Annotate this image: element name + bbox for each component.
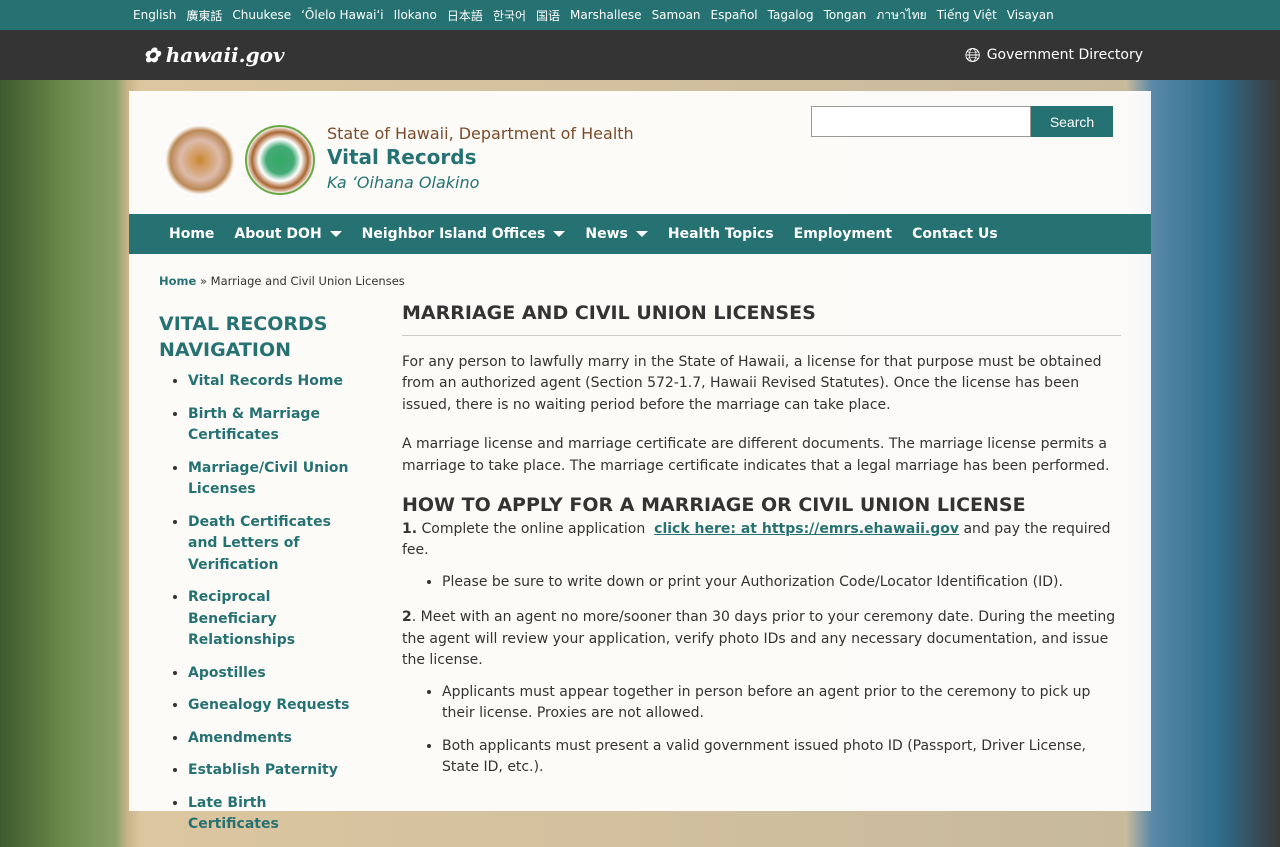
sidebar-list: Vital Records Home Birth & Marriage Certi… <box>159 371 359 836</box>
step-1-bullets: Please be sure to write down or print yo… <box>402 572 1121 594</box>
hibiscus-icon: ✿ <box>143 43 160 67</box>
breadcrumb: Home » Marriage and Civil Union Licenses <box>159 274 405 288</box>
sidebar-item[interactable]: Vital Records Home <box>188 371 359 393</box>
site-subtitle: Ka ʻOihana Olakino <box>327 173 480 192</box>
intro-paragraph: For any person to lawfully marry in the … <box>402 353 1102 413</box>
content-page: State of Hawaii, Department of Health Vi… <box>129 91 1151 832</box>
nav-label: Employment <box>793 226 893 242</box>
language-link[interactable]: 한국어 <box>493 7 526 24</box>
language-link[interactable]: ʻŌlelo Hawaiʻi <box>301 8 384 22</box>
nav-item[interactable]: Contact Us <box>912 226 998 242</box>
main-content: MARRIAGE AND CIVIL UNION LICENSES For an… <box>402 302 1121 793</box>
site-header: State of Hawaii, Department of Health Vi… <box>129 91 1151 214</box>
search-button[interactable]: Search <box>1031 106 1113 137</box>
hawaii-gov-logo[interactable]: ✿ hawaii.gov <box>143 43 285 67</box>
step-text: Complete the online application <box>417 520 655 537</box>
main-nav: Home About DOH Neighbor Island Offices News… <box>129 214 1151 254</box>
sidebar-item[interactable]: Amendments <box>188 728 359 750</box>
sidebar-item[interactable]: Apostilles <box>188 663 359 685</box>
doh-seal <box>245 125 315 195</box>
step-number: 2 <box>402 609 412 625</box>
search-form: Search <box>811 106 1113 137</box>
sidebar-item[interactable]: Death Certificates and Letters of Verifi… <box>188 512 359 577</box>
step-1: 1. Complete the online application click… <box>402 519 1121 562</box>
search-input[interactable] <box>811 106 1031 137</box>
language-link[interactable]: Tongan <box>824 8 867 22</box>
step-2: 2. Meet with an agent no more/sooner tha… <box>402 607 1121 672</box>
language-link[interactable]: 国语 <box>536 7 560 24</box>
site-title[interactable]: Vital Records <box>327 145 634 169</box>
nav-item[interactable]: About DOH <box>234 226 342 242</box>
nav-item[interactable]: Employment <box>794 226 892 242</box>
nav-label: Contact Us <box>912 226 998 242</box>
sidebar-title: VITAL RECORDS NAVIGATION <box>159 313 328 361</box>
language-link[interactable]: English <box>133 8 176 22</box>
page-title: MARRIAGE AND CIVIL UNION LICENSES <box>402 302 1121 336</box>
globe-icon: 🌐︎ <box>964 43 981 67</box>
state-seal <box>165 125 235 195</box>
step-text: . Meet with an agent no more/sooner than… <box>402 609 1116 668</box>
language-link[interactable]: Marshallese <box>570 8 642 22</box>
logo-text: hawaii.gov <box>165 43 285 67</box>
sidebar-item[interactable]: Genealogy Requests <box>188 695 359 717</box>
language-link[interactable]: Ilokano <box>394 8 437 22</box>
step-number: 1. <box>402 520 418 537</box>
sidebar-item[interactable]: Late Birth Certificates <box>188 793 359 836</box>
license-paragraph: A marriage license and marriage certific… <box>402 436 1110 474</box>
sidebar-item[interactable]: Reciprocal Beneficiary Relationships <box>188 587 359 652</box>
emrs-link[interactable]: click here: at https://emrs.ehawaii.gov <box>654 521 959 537</box>
sidebar: VITAL RECORDS NAVIGATION Vital Records H… <box>159 311 359 847</box>
language-link[interactable]: Tiếng Việt <box>937 8 997 22</box>
breadcrumb-home[interactable]: Home <box>159 274 196 288</box>
top-bar: ✿ hawaii.gov 🌐︎ Government Directory <box>0 30 1280 80</box>
nav-label: Home <box>169 226 215 242</box>
language-link[interactable]: Tagalog <box>768 8 814 22</box>
government-directory-link[interactable]: 🌐︎ Government Directory <box>965 43 1143 67</box>
directory-label: Government Directory <box>986 47 1143 63</box>
nav-item[interactable]: News <box>585 226 648 242</box>
nav-label: About DOH <box>234 226 322 242</box>
language-link[interactable]: Samoan <box>652 8 701 22</box>
language-link[interactable]: 日本語 <box>447 7 483 24</box>
breadcrumb-sep: » <box>196 274 211 288</box>
sidebar-item[interactable]: Establish Paternity <box>188 760 359 782</box>
nav-item[interactable]: Health Topics <box>668 226 774 242</box>
language-bar: English 廣東話 Chuukese ʻŌlelo Hawaiʻi Ilokano 日… <box>0 0 1280 30</box>
apply-heading: HOW TO APPLY FOR A MARRIAGE OR CIVIL UNI… <box>402 494 1026 516</box>
sidebar-item[interactable]: Marriage/Civil Union Licenses <box>188 458 359 501</box>
language-link[interactable]: ภาษาไทย <box>876 6 926 25</box>
nav-item[interactable]: Neighbor Island Offices <box>362 226 566 242</box>
list-item: Applicants must appear together in perso… <box>442 682 1121 725</box>
department-name: State of Hawaii, Department of Health <box>327 124 634 143</box>
step-2-bullets: Applicants must appear together in perso… <box>402 682 1121 779</box>
caret-down-icon <box>553 231 566 237</box>
nav-label: Neighbor Island Offices <box>361 226 546 242</box>
nav-label: News <box>585 226 628 242</box>
caret-down-icon <box>635 231 648 237</box>
nav-item[interactable]: Home <box>169 226 214 242</box>
caret-down-icon <box>329 231 342 237</box>
language-link[interactable]: Español <box>711 8 758 22</box>
language-link[interactable]: 廣東話 <box>186 7 222 24</box>
nav-label: Health Topics <box>667 226 774 242</box>
sidebar-item[interactable]: Birth & Marriage Certificates <box>188 404 359 447</box>
language-link[interactable]: Chuukese <box>232 8 291 22</box>
list-item: Both applicants must present a valid gov… <box>442 736 1121 779</box>
list-item: Please be sure to write down or print yo… <box>442 572 1121 594</box>
breadcrumb-current: Marriage and Civil Union Licenses <box>210 274 405 288</box>
language-link[interactable]: Visayan <box>1007 8 1054 22</box>
